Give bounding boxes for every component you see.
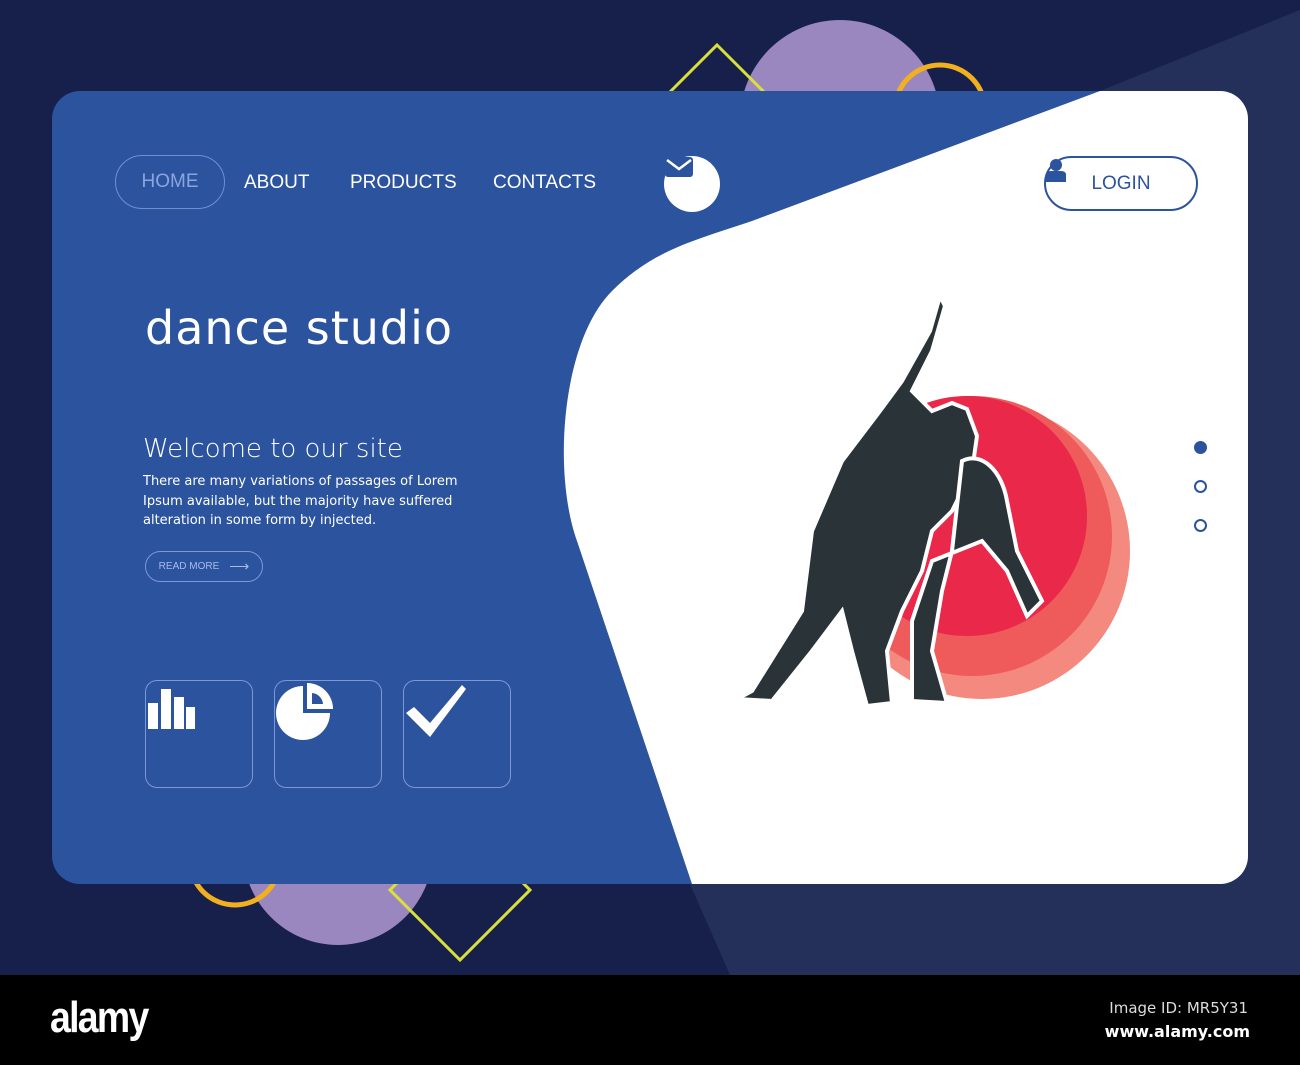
user-icon xyxy=(1046,159,1066,182)
read-more-label: READ MORE xyxy=(158,561,220,572)
slider-dot-3[interactable] xyxy=(1194,519,1207,532)
login-label: LOGIN xyxy=(1091,172,1151,194)
nav-products[interactable]: PRODUCTS xyxy=(350,172,457,194)
envelope-icon xyxy=(665,157,693,177)
feature-bar-chart[interactable] xyxy=(145,680,253,788)
slider-dot-2[interactable] xyxy=(1194,480,1207,493)
slider-dot-1[interactable] xyxy=(1194,441,1207,454)
arrow-right-icon: ⟶ xyxy=(229,558,250,574)
bar-chart-icon xyxy=(148,689,195,729)
feature-checkmark[interactable] xyxy=(403,680,511,788)
read-more-button[interactable]: READ MORE ⟶ xyxy=(145,551,263,582)
alamy-logo: alamy xyxy=(50,993,149,1042)
nav-contacts[interactable]: CONTACTS xyxy=(493,172,596,194)
landing-card: HOME ABOUT PRODUCTS CONTACTS LOGIN dance… xyxy=(52,91,1248,884)
welcome-text: There are many variations of passages of… xyxy=(143,474,458,528)
nav-home[interactable]: HOME xyxy=(115,155,225,209)
page-title: dance studio xyxy=(145,301,454,355)
welcome-heading: Welcome to our site xyxy=(143,434,403,464)
pie-chart-icon xyxy=(276,683,333,740)
site-url: www.alamy.com xyxy=(1104,1022,1250,1041)
feature-pie-chart[interactable] xyxy=(274,680,382,788)
login-button[interactable]: LOGIN xyxy=(1044,156,1198,211)
checkmark-icon xyxy=(406,685,466,737)
image-id: Image ID: MR5Y31 xyxy=(1109,999,1248,1017)
mail-button[interactable] xyxy=(664,156,720,212)
nav-about[interactable]: ABOUT xyxy=(244,172,309,194)
footer-bar: alamy Image ID: MR5Y31 www.alamy.com xyxy=(0,975,1300,1065)
nav-home-label: HOME xyxy=(141,171,199,192)
